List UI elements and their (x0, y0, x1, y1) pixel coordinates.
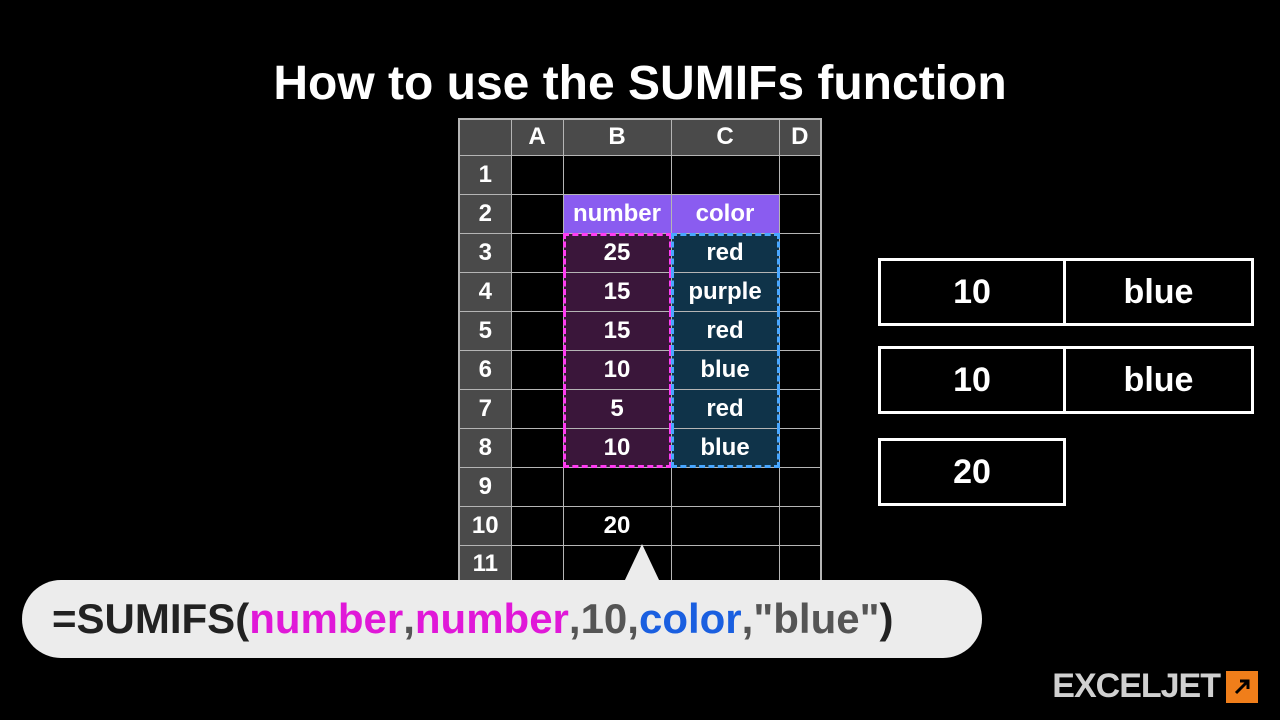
cell-number: 5 (563, 389, 671, 428)
example-number: 10 (878, 346, 1066, 414)
cell (511, 233, 563, 272)
formula-fn: SUMIFS (77, 595, 236, 643)
row-header: 1 (459, 155, 511, 194)
cell (671, 467, 779, 506)
row-header: 3 (459, 233, 511, 272)
formula-arg-sumrange: number (249, 595, 403, 643)
cell (779, 467, 821, 506)
cell-color: purple (671, 272, 779, 311)
row-header: 5 (459, 311, 511, 350)
cell (779, 545, 821, 584)
header-number: number (563, 194, 671, 233)
cell-color: red (671, 233, 779, 272)
example-row-2: 10 blue (878, 346, 1254, 414)
cell-number: 10 (563, 350, 671, 389)
cell (511, 545, 563, 584)
cell-color: blue (671, 428, 779, 467)
col-header-B: B (563, 119, 671, 155)
example-row-1: 10 blue (878, 258, 1254, 326)
cell (779, 311, 821, 350)
cell (511, 311, 563, 350)
cell-color: red (671, 311, 779, 350)
col-header-C: C (671, 119, 779, 155)
example-color: blue (1066, 258, 1254, 326)
row-header: 10 (459, 506, 511, 545)
col-header-A: A (511, 119, 563, 155)
page-title: How to use the SUMIFs function (0, 56, 1280, 111)
formula-arg-critrange2: color (639, 595, 742, 643)
formula-arg-critrange1: number (415, 595, 569, 643)
cell (511, 194, 563, 233)
cell-number: 10 (563, 428, 671, 467)
formula-comma: , (569, 595, 581, 643)
cell (779, 155, 821, 194)
example-sum: 20 (878, 438, 1066, 506)
cell (511, 389, 563, 428)
callout-pointer-icon (624, 544, 660, 582)
row-header: 11 (459, 545, 511, 584)
cell (563, 467, 671, 506)
row-header: 6 (459, 350, 511, 389)
cell (779, 506, 821, 545)
cell (671, 506, 779, 545)
slide: How to use the SUMIFs function A B C D 1… (0, 0, 1280, 720)
formula-comma: , (627, 595, 639, 643)
cell-color: blue (671, 350, 779, 389)
row-header: 2 (459, 194, 511, 233)
cell-number: 15 (563, 272, 671, 311)
cell (511, 272, 563, 311)
formula-comma: , (742, 595, 754, 643)
cell-number: 25 (563, 233, 671, 272)
logo-text: EXCELJET (1052, 667, 1220, 706)
cell-number: 15 (563, 311, 671, 350)
cell (511, 155, 563, 194)
col-header-D: D (779, 119, 821, 155)
formula-callout: =SUMIFS(number,number,10,color,"blue") (22, 580, 982, 658)
example-number: 10 (878, 258, 1066, 326)
cell (671, 155, 779, 194)
cell (779, 428, 821, 467)
cell (511, 350, 563, 389)
cell (779, 350, 821, 389)
spreadsheet: A B C D 1 2 number color 3 25 red 4 (458, 118, 822, 585)
row-header: 4 (459, 272, 511, 311)
cell (511, 428, 563, 467)
cell (511, 506, 563, 545)
cell (779, 389, 821, 428)
cell-result: 20 (563, 506, 671, 545)
corner-cell (459, 119, 511, 155)
cell (563, 155, 671, 194)
cell (511, 467, 563, 506)
formula-open: ( (235, 595, 249, 643)
example-color: blue (1066, 346, 1254, 414)
formula-comma: , (403, 595, 415, 643)
formula-arg-crit2: "blue" (753, 595, 879, 643)
example-sum-value: 20 (878, 438, 1066, 506)
formula-close: ) (880, 595, 894, 643)
cell (779, 272, 821, 311)
cell (671, 545, 779, 584)
row-header: 7 (459, 389, 511, 428)
formula-eq: = (52, 595, 77, 643)
logo-arrow-icon (1226, 671, 1258, 703)
row-header: 9 (459, 467, 511, 506)
row-header: 8 (459, 428, 511, 467)
cell (779, 194, 821, 233)
cell (779, 233, 821, 272)
formula-arg-crit1: 10 (581, 595, 628, 643)
cell-color: red (671, 389, 779, 428)
exceljet-logo: EXCELJET (1052, 667, 1258, 706)
header-color: color (671, 194, 779, 233)
